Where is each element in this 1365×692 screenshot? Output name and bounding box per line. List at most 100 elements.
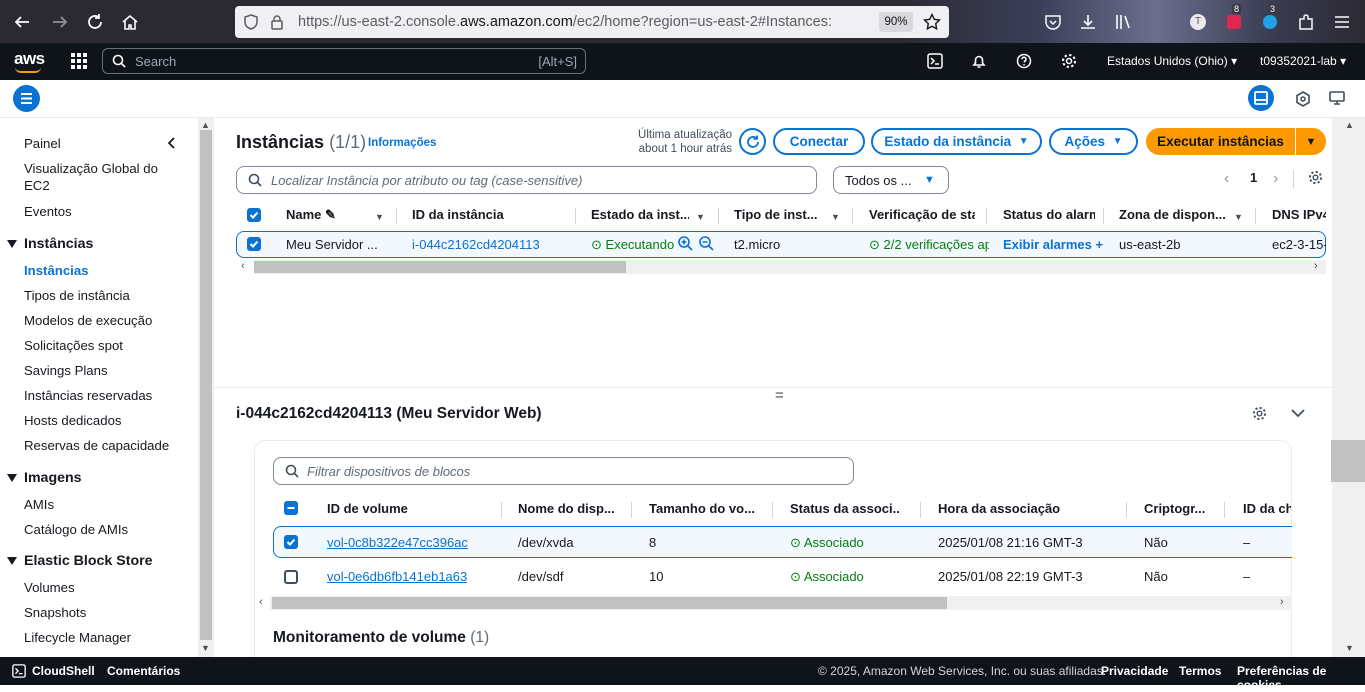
sort-caret-icon[interactable]: ▼: [831, 212, 840, 222]
column-divider[interactable]: [396, 208, 397, 224]
nav-item-savings[interactable]: Savings Plans: [24, 362, 108, 379]
column-header-dns[interactable]: DNS IPv4: [1272, 207, 1326, 222]
address-bar[interactable]: https://us-east-2.console.aws.amazon.com…: [235, 6, 949, 38]
block-device-filter-input[interactable]: Filtrar dispositivos de blocos: [273, 457, 854, 485]
caret-down-icon[interactable]: [7, 474, 17, 482]
state-filter-select[interactable]: Todos os ... ▼: [833, 166, 949, 194]
volume-id-link[interactable]: vol-0c8b322e47cc396ac: [327, 535, 468, 550]
nav-item-catalogo-amis[interactable]: Catálogo de AMIs: [24, 521, 128, 538]
help-icon[interactable]: [1016, 53, 1032, 69]
cookie-preferences-link[interactable]: Preferências de cookies: [1237, 664, 1365, 692]
column-header-alarm[interactable]: Status do alarm: [1003, 207, 1095, 222]
page-scrollbar[interactable]: [1332, 118, 1365, 657]
nav-item-modelos[interactable]: Modelos de execução: [24, 312, 152, 329]
detail-preferences-gear-icon[interactable]: [1252, 406, 1267, 421]
collapse-chevron-left-icon[interactable]: [167, 137, 175, 149]
extensions-puzzle-icon[interactable]: [1294, 10, 1318, 34]
nav-item-volumes[interactable]: Volumes: [24, 579, 75, 596]
region-selector[interactable]: Estados Unidos (Ohio) ▾: [1107, 54, 1237, 68]
column-divider[interactable]: [1255, 208, 1256, 224]
cloudshell-icon[interactable]: [927, 53, 943, 69]
terms-link[interactable]: Termos: [1179, 664, 1221, 678]
side-nav-toggle-button[interactable]: [13, 85, 40, 112]
instance-id-link[interactable]: i-044c2162cd4204113: [412, 237, 540, 252]
library-icon[interactable]: [1111, 10, 1135, 34]
column-divider[interactable]: [772, 502, 773, 518]
reload-icon[interactable]: [83, 10, 107, 34]
split-panel-resize-handle[interactable]: =: [775, 387, 784, 404]
column-header-name[interactable]: Name ✎: [286, 207, 336, 223]
column-divider[interactable]: [1224, 502, 1225, 518]
select-all-checkbox[interactable]: [247, 208, 261, 222]
privacy-link[interactable]: Privacidade: [1101, 664, 1168, 678]
instance-search-input[interactable]: Localizar Instância por atributo ou tag …: [236, 166, 817, 194]
scroll-left-arrow-icon[interactable]: ‹: [259, 596, 263, 608]
page-scrollbar-thumb[interactable]: [1331, 440, 1365, 482]
table-preferences-gear-icon[interactable]: [1308, 170, 1323, 185]
caret-down-icon[interactable]: [7, 557, 17, 565]
zoom-out-icon[interactable]: [699, 236, 714, 251]
column-header-device-name[interactable]: Nome do disp...: [518, 501, 616, 516]
column-divider[interactable]: [501, 502, 502, 518]
volume-id-link[interactable]: vol-0e6db6fb141eb1a63: [327, 569, 467, 584]
bookmark-star-icon[interactable]: [923, 13, 941, 31]
scroll-right-arrow-icon[interactable]: ›: [1280, 596, 1284, 608]
nav-item-eventos[interactable]: Eventos: [24, 203, 72, 220]
nav-section-ebs[interactable]: Elastic Block Store: [24, 553, 153, 569]
account-menu[interactable]: t09352021-lab ▾: [1260, 54, 1346, 68]
nav-item-global-view[interactable]: Visualização Global do EC2: [24, 160, 174, 194]
instance-state-button[interactable]: Estado da instância ▼: [871, 128, 1042, 155]
caret-down-icon[interactable]: [7, 240, 17, 248]
aws-search-input[interactable]: Search [Alt+S]: [102, 48, 586, 74]
column-header-instance-id[interactable]: ID da instância: [412, 207, 504, 222]
column-divider[interactable]: [920, 502, 921, 518]
column-header-key-id[interactable]: ID da ch: [1243, 501, 1291, 516]
cloudshell-link[interactable]: CloudShell: [32, 664, 95, 678]
column-header-status-check[interactable]: Verificação de stat: [869, 207, 975, 222]
column-divider[interactable]: [631, 502, 632, 518]
nav-item-instancias-active[interactable]: Instâncias: [24, 262, 89, 279]
feedback-link[interactable]: Comentários: [107, 664, 180, 678]
back-icon[interactable]: [10, 10, 34, 34]
column-header-attach-time[interactable]: Hora da associação: [938, 501, 1060, 516]
aws-logo[interactable]: aws: [14, 49, 45, 69]
services-grid-icon[interactable]: [71, 53, 87, 69]
nav-section-imagens[interactable]: Imagens: [24, 470, 82, 486]
connect-button[interactable]: Conectar: [773, 128, 865, 155]
column-header-type[interactable]: Tipo de inst...: [734, 207, 819, 222]
column-header-encryption[interactable]: Criptogr...: [1144, 501, 1209, 516]
menu-hamburger-icon[interactable]: [1330, 10, 1354, 34]
column-header-volume-id[interactable]: ID de volume: [327, 501, 408, 516]
table-scrollbar-thumb[interactable]: [254, 261, 626, 273]
settings-gear-icon[interactable]: [1061, 53, 1077, 69]
hexagon-settings-icon[interactable]: [1296, 91, 1310, 107]
info-link[interactable]: Informações: [368, 137, 436, 149]
scroll-up-arrow-icon[interactable]: ▲: [201, 120, 210, 130]
extension-t-icon[interactable]: T: [1186, 10, 1210, 34]
shield-icon[interactable]: [243, 14, 259, 30]
lock-icon[interactable]: [270, 14, 284, 30]
downloads-icon[interactable]: [1076, 10, 1100, 34]
monitor-feedback-icon[interactable]: [1329, 90, 1345, 106]
launch-dropdown-caret-icon[interactable]: ▼: [1296, 128, 1326, 155]
column-divider[interactable]: [718, 208, 719, 224]
pocket-icon[interactable]: [1041, 10, 1065, 34]
nav-item-amis[interactable]: AMIs: [24, 496, 54, 513]
scroll-right-arrow-icon[interactable]: ›: [1314, 260, 1318, 272]
column-header-zone[interactable]: Zona de dispon...: [1119, 207, 1227, 222]
panel-toggle-button[interactable]: [1248, 85, 1274, 111]
forward-icon[interactable]: [48, 10, 72, 34]
view-alarms-link[interactable]: Exibir alarmes +: [1003, 237, 1103, 252]
zoom-level[interactable]: 90%: [879, 12, 913, 32]
launch-instances-button[interactable]: Executar instâncias: [1146, 128, 1295, 155]
row-checkbox[interactable]: [284, 535, 298, 549]
home-icon[interactable]: [118, 10, 142, 34]
nav-item-painel[interactable]: Painel: [24, 135, 61, 152]
notifications-bell-icon[interactable]: [971, 53, 987, 69]
pagination-page-number[interactable]: 1: [1250, 170, 1257, 185]
pagination-next-icon[interactable]: ›: [1273, 170, 1278, 188]
collapse-chevron-down-icon[interactable]: [1291, 408, 1305, 418]
cloudshell-icon[interactable]: [12, 664, 26, 678]
url-text[interactable]: https://us-east-2.console.aws.amazon.com…: [298, 14, 873, 30]
scroll-down-arrow-icon[interactable]: ▼: [1345, 643, 1354, 653]
